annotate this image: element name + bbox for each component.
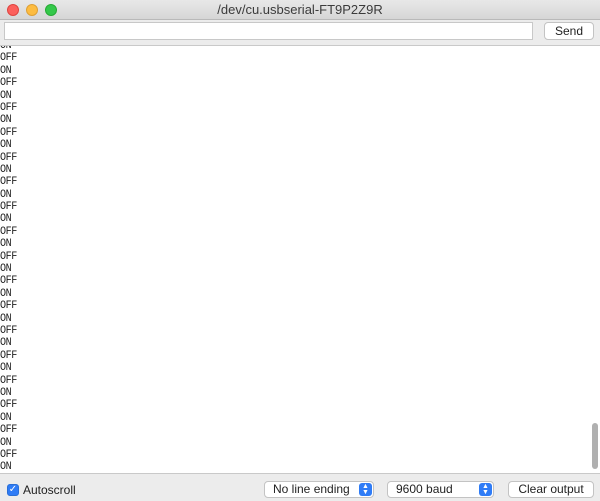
output-line: OFF	[0, 374, 17, 387]
output-line: OFF	[0, 77, 17, 90]
send-toolbar: Send	[0, 20, 600, 45]
baud-rate-value: 9600 baud	[396, 482, 453, 496]
output-line: ON	[0, 386, 12, 399]
output-line: OFF	[0, 151, 17, 164]
output-line: ON	[0, 238, 12, 251]
output-line: OFF	[0, 424, 17, 437]
output-line: ON	[0, 411, 12, 424]
output-line: ON	[0, 114, 12, 127]
output-scrollbar[interactable]	[590, 46, 600, 473]
output-line: ON	[0, 64, 12, 77]
output-line: ON	[0, 337, 12, 350]
output-line: OFF	[0, 349, 17, 362]
clear-output-button[interactable]: Clear output	[508, 481, 594, 498]
window-title: /dev/cu.usbserial-FT9P2Z9R	[217, 2, 383, 17]
output-line: OFF	[0, 176, 17, 189]
line-ending-value: No line ending	[273, 482, 350, 496]
serial-send-input[interactable]	[4, 22, 533, 40]
send-button[interactable]: Send	[544, 22, 594, 40]
output-line: OFF	[0, 101, 17, 114]
title-bar: /dev/cu.usbserial-FT9P2Z9R	[0, 0, 600, 20]
output-line: OFF	[0, 201, 17, 214]
output-line: ON	[0, 213, 12, 226]
output-line: OFF	[0, 275, 17, 288]
up-down-chevron-icon: ▲ ▼	[479, 483, 492, 496]
output-line: ON	[0, 188, 12, 201]
scrollbar-thumb[interactable]	[592, 423, 598, 469]
output-line: OFF	[0, 399, 17, 412]
serial-monitor-window: /dev/cu.usbserial-FT9P2Z9R Send ON OFF ON O…	[0, 0, 600, 501]
autoscroll-toggle[interactable]: ✓ Autoscroll	[7, 483, 76, 497]
output-line: OFF	[0, 324, 17, 337]
output-line: ON	[0, 461, 12, 474]
output-line: ON	[0, 362, 12, 375]
output-line: ON	[0, 287, 12, 300]
output-line: ON	[0, 45, 12, 52]
output-line: OFF	[0, 250, 17, 263]
output-line: ON	[0, 89, 12, 102]
footer-bar: ✓ Autoscroll No line ending ▲ ▼ 9600 baud…	[0, 474, 600, 501]
baud-rate-select[interactable]: 9600 baud ▲ ▼	[387, 481, 494, 498]
autoscroll-label: Autoscroll	[23, 483, 76, 497]
up-down-chevron-icon: ▲ ▼	[359, 483, 372, 496]
output-line: OFF	[0, 225, 17, 238]
output-lines: ON OFF ON OFF ON OFF ON OFF ON OFF ON OFF ON OFF ON OFF…	[0, 45, 17, 474]
output-line: OFF	[0, 300, 17, 313]
output-line: OFF	[0, 448, 17, 461]
line-ending-select[interactable]: No line ending ▲ ▼	[264, 481, 374, 498]
output-line: ON	[0, 263, 12, 276]
output-line: ON	[0, 163, 12, 176]
autoscroll-checkbox[interactable]: ✓	[7, 484, 19, 496]
checkmark-icon: ✓	[8, 484, 18, 495]
output-line: ON	[0, 436, 12, 449]
output-line: OFF	[0, 52, 17, 65]
output-line: ON	[0, 312, 12, 325]
serial-output-area[interactable]: ON OFF ON OFF ON OFF ON OFF ON OFF ON OFF ON OFF ON OFF…	[0, 45, 600, 474]
output-line: OFF	[0, 126, 17, 139]
output-line: ON	[0, 139, 12, 152]
